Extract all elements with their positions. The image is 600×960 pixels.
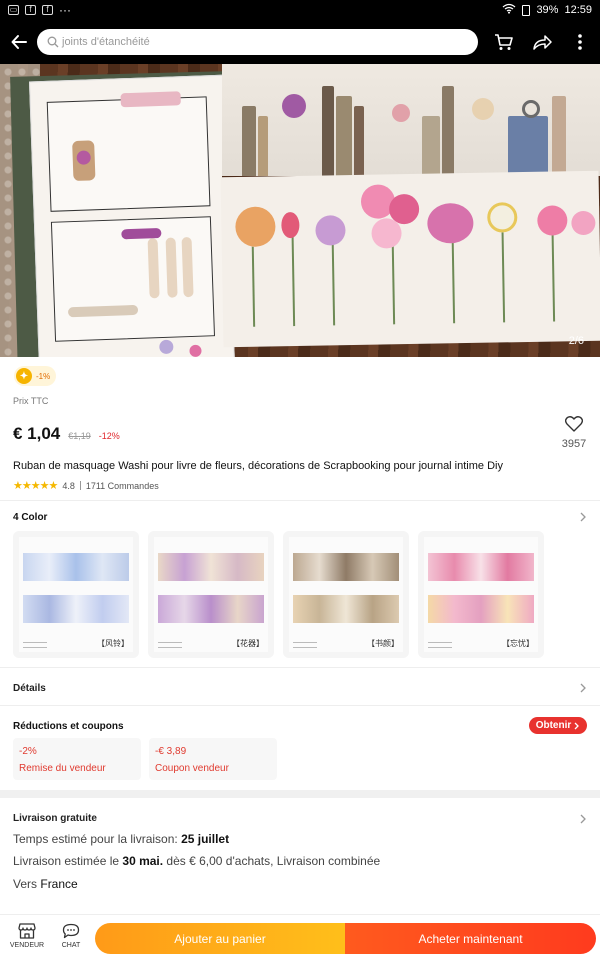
coupon-label: Remise du vendeur [19, 763, 106, 774]
coupon-value: -2% [19, 746, 37, 757]
divider [0, 500, 600, 501]
variant-label: 【忘忧】 [502, 639, 534, 648]
store-icon [18, 923, 36, 939]
back-arrow-icon[interactable] [10, 31, 27, 53]
shipping-title[interactable]: Livraison gratuite [13, 813, 97, 824]
variant-option[interactable]: 【书颜】 [283, 531, 409, 658]
battery-percent: 39% [536, 4, 559, 16]
price-row: € 1,04 €1,19 -12% [13, 424, 120, 444]
wishlist-count: 3957 [561, 438, 587, 450]
rating-value: 4.8 [62, 480, 75, 491]
clock: 12:59 [564, 4, 592, 16]
delivery-estimate-prefix: Temps estimé pour la livraison: [13, 832, 182, 846]
vendor-label: VENDEUR [9, 942, 45, 949]
variant-option[interactable]: 【忘忧】 [418, 531, 544, 658]
washi-tape-flowers [220, 170, 600, 348]
facebook-icon: f [25, 5, 36, 15]
washi-sample-card [28, 74, 236, 357]
more-menu-icon[interactable] [570, 32, 590, 52]
original-price: €1,19 [68, 431, 91, 441]
variant-label: 【风铃】 [97, 639, 129, 648]
buy-now-button[interactable]: Acheter maintenant [345, 923, 596, 954]
gallery-page-indicator: 2/6 [568, 335, 584, 347]
delivery-destination: Vers France [13, 877, 78, 891]
chat-icon [62, 923, 80, 939]
chat-label: CHAT [61, 942, 81, 949]
price-label: Prix TTC [13, 396, 49, 406]
wishlist-heart-icon[interactable] [562, 416, 586, 437]
delivery-combined-suffix: dès € 6,00 d'achats, Livraison combinée [163, 854, 381, 868]
delivery-estimate-date: 25 juillet [181, 832, 230, 846]
product-title: Ruban de masquage Washi pour livre de fl… [13, 460, 503, 472]
obtain-label: Obtenir [535, 720, 572, 731]
battery-icon [522, 4, 531, 16]
search-icon [47, 36, 59, 48]
search-input[interactable]: joints d'étanchéité [37, 29, 478, 55]
details-row[interactable]: Détails [13, 683, 46, 694]
current-price: € 1,04 [13, 424, 61, 443]
chevron-right-icon [574, 722, 580, 729]
vendor-button[interactable]: VENDEUR [7, 923, 47, 949]
wifi-icon [502, 3, 516, 17]
top-bar: joints d'étanchéité [0, 20, 600, 64]
share-icon[interactable] [532, 32, 552, 52]
product-image-gallery[interactable]: 2/6 [0, 64, 600, 357]
cart-icon[interactable] [494, 32, 514, 52]
facebook-icon: f [42, 5, 53, 15]
divider [0, 667, 600, 668]
variant-option[interactable]: 【风铃】 [13, 531, 139, 658]
coupon-card[interactable]: -€ 3,89 Coupon vendeur [149, 738, 277, 780]
orders-count: 1711 Commandes [85, 480, 159, 491]
variant-label: 【书颜】 [367, 639, 399, 648]
badge-value: -1% [36, 371, 51, 381]
chevron-right-icon[interactable] [578, 512, 588, 522]
coupon-value: -€ 3,89 [155, 746, 187, 757]
delivery-estimate: Temps estimé pour la livraison: 25 juill… [13, 832, 229, 846]
section-gap [0, 790, 600, 798]
variant-label: 【花器】 [232, 639, 264, 648]
search-placeholder: joints d'étanchéité [62, 36, 150, 48]
more-dots-icon: ··· [59, 3, 71, 17]
rating-row: ★★★★★ 4.8 1711 Commandes [13, 479, 159, 492]
variants-title: 4 Color [13, 512, 48, 523]
variant-option[interactable]: 【花器】 [148, 531, 274, 658]
divider [0, 705, 600, 706]
washi-tape-books [222, 64, 600, 176]
notification-icon: ▭ [8, 5, 19, 15]
bottom-action-bar: VENDEUR CHAT Ajouter au panier Acheter m… [0, 914, 600, 960]
variant-list: 【风铃】 【花器】 【书颜】 【忘忧】 [13, 531, 544, 658]
star-rating-icon: ★★★★★ [13, 480, 58, 492]
destination-prefix: Vers [13, 877, 41, 891]
coupon-card[interactable]: -2% Remise du vendeur [13, 738, 141, 780]
obtain-coupon-button[interactable]: Obtenir [529, 717, 587, 734]
coupon-label: Coupon vendeur [155, 763, 229, 774]
status-bar: ▭ f f ··· 39% 12:59 [0, 0, 600, 20]
delivery-combined: Livraison estimée le 30 mai. dès € 6,00 … [13, 854, 380, 868]
coin-discount-badge: ✦ -1% [14, 366, 57, 386]
coupons-title: Réductions et coupons [13, 721, 124, 732]
chat-button[interactable]: CHAT [51, 923, 91, 949]
chevron-right-icon[interactable] [578, 683, 588, 693]
delivery-combined-prefix: Livraison estimée le [13, 854, 123, 868]
discount-percent: -12% [98, 431, 120, 441]
coin-icon: ✦ [16, 368, 32, 384]
chevron-right-icon[interactable] [578, 814, 588, 824]
add-to-cart-button[interactable]: Ajouter au panier [95, 923, 345, 954]
delivery-combined-date: 30 mai. [122, 854, 164, 868]
destination-country: France [40, 877, 78, 891]
